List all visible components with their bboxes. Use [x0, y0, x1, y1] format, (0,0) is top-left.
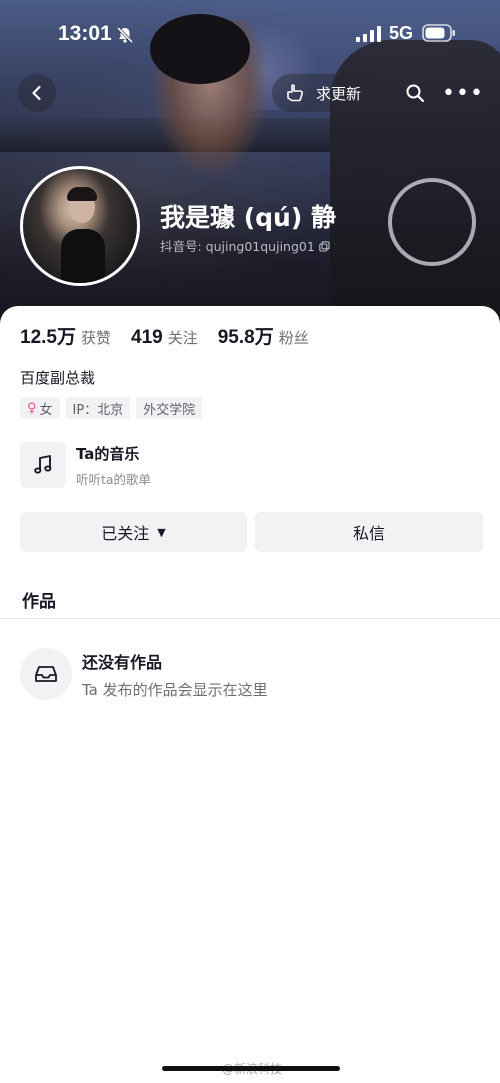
action-buttons: 已关注 ▼ 私信	[20, 512, 483, 552]
network-label: 5G	[389, 23, 414, 43]
empty-icon-box	[20, 648, 72, 700]
profile-id-text: 抖音号: qujing01qujing01	[160, 239, 315, 254]
chevron-left-icon	[32, 85, 41, 101]
copy-icon	[319, 241, 330, 252]
caret-down-icon: ▼	[157, 525, 166, 539]
profile-id[interactable]: 抖音号: qujing01qujing01	[160, 236, 330, 255]
music-subtitle: 听听ta的歌单	[76, 471, 152, 487]
stats-row: 12.5万 获赞 419 关注 95.8万 粉丝	[20, 322, 329, 349]
request-update-button[interactable]: 求更新	[272, 74, 380, 112]
female-icon: ♀	[27, 400, 37, 416]
following-button[interactable]: 已关注 ▼	[20, 512, 247, 552]
profile-name: 我是璩 (qú) 静	[160, 203, 336, 232]
stat-label: 粉丝	[278, 329, 309, 347]
ip-label: IP：北京	[72, 402, 124, 418]
music-entry[interactable]: Ta的音乐 听听ta的歌单	[20, 442, 151, 488]
profile-card: 12.5万 获赞 419 关注 95.8万 粉丝 百度副总裁 ♀ 女 IP：北京…	[0, 306, 500, 1083]
inbox-icon	[35, 666, 57, 682]
school-tag[interactable]: 外交学院	[136, 397, 203, 419]
bell-off-icon	[116, 26, 134, 44]
gender-tag: ♀ 女	[20, 397, 60, 419]
more-button[interactable]: •••	[442, 74, 484, 112]
profile-tags: ♀ 女 IP：北京 外交学院	[20, 397, 208, 419]
stat-label: 关注	[167, 329, 198, 347]
school-label: 外交学院	[143, 402, 196, 418]
search-icon	[406, 84, 425, 103]
empty-works-state: 还没有作品 Ta 发布的作品会显示在这里	[20, 648, 268, 700]
search-button[interactable]	[396, 74, 434, 112]
avatar-hair	[67, 187, 97, 201]
more-dots-icon: •••	[442, 80, 484, 106]
stat-value: 419	[131, 327, 163, 348]
stat-value: 12.5万	[20, 327, 76, 348]
stat-label: 获赞	[80, 329, 111, 347]
avatar[interactable]	[20, 166, 140, 286]
signal-icon	[356, 26, 381, 42]
empty-text: 还没有作品 Ta 发布的作品会显示在这里	[82, 649, 268, 700]
cover-emblem	[388, 178, 476, 266]
music-note-icon	[34, 455, 52, 474]
stat-following[interactable]: 419 关注	[131, 327, 198, 349]
status-time: 13:01	[58, 22, 112, 45]
empty-subtitle: Ta 发布的作品会显示在这里	[82, 680, 268, 699]
home-indicator[interactable]	[162, 1066, 340, 1071]
request-update-label: 求更新	[316, 84, 362, 103]
empty-title: 还没有作品	[82, 652, 163, 672]
gender-label: 女	[39, 402, 53, 418]
tab-works[interactable]: 作品	[22, 587, 56, 612]
message-button[interactable]: 私信	[255, 512, 483, 552]
music-title: Ta的音乐	[76, 444, 140, 463]
music-icon-box	[20, 442, 66, 488]
avatar-figure	[61, 229, 105, 283]
ip-tag: IP：北京	[65, 397, 131, 419]
status-bar: 13:01 5G	[0, 0, 500, 68]
divider	[0, 618, 500, 619]
music-text: Ta的音乐 听听ta的歌单	[76, 443, 151, 488]
battery-icon	[422, 24, 455, 42]
message-label: 私信	[352, 524, 385, 543]
stat-value: 95.8万	[217, 327, 274, 348]
stat-likes[interactable]: 12.5万 获赞	[20, 322, 111, 349]
following-label: 已关注	[101, 524, 150, 543]
hand-point-icon	[287, 84, 303, 102]
back-button[interactable]	[18, 74, 56, 112]
profile-bio: 百度副总裁	[20, 369, 96, 387]
stat-followers[interactable]: 95.8万 粉丝	[218, 322, 309, 349]
